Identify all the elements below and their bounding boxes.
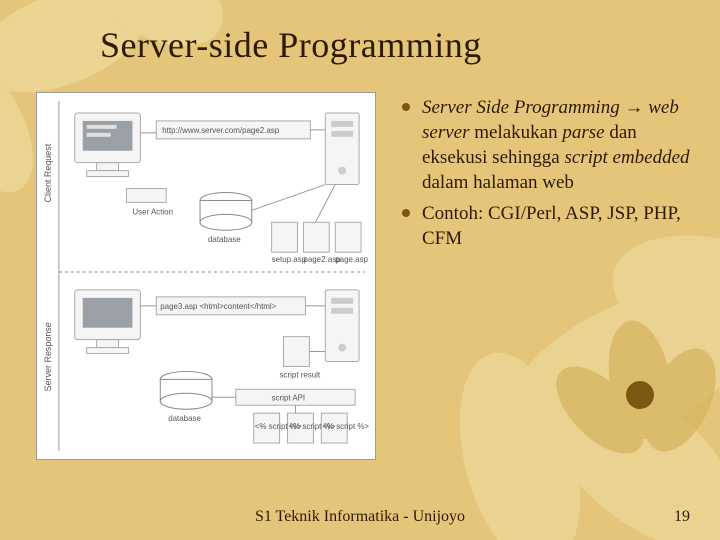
page-number: 19 (674, 508, 690, 526)
footer-text: S1 Teknik Informatika - Unijoyo (0, 508, 720, 526)
database-icon-bottom (160, 371, 212, 409)
diagram-svg: Client Request Server Response User Acti… (37, 93, 375, 459)
label-server-response: Server Response (43, 322, 53, 391)
diagram: Client Request Server Response User Acti… (36, 92, 376, 460)
label-script-api: script API (272, 393, 306, 402)
svg-text:page.asp: page.asp (335, 255, 368, 264)
file-icons-top: setup.asp page2.asp page.asp (272, 222, 369, 264)
label-user-action: User Action (132, 207, 173, 216)
client-monitor-icon (75, 113, 141, 177)
script-result-icon (284, 337, 310, 367)
server-icon-2 (325, 290, 359, 362)
svg-text:<% script %>: <% script %> (322, 422, 369, 431)
label-database-bottom: database (168, 414, 201, 423)
bullet-list: Server Side Programming → web server mel… (400, 95, 690, 257)
bullet-2: Contoh: CGI/Perl, ASP, JSP, PHP, CFM (400, 201, 690, 251)
label-client-request: Client Request (43, 143, 53, 202)
database-icon-top (200, 192, 252, 230)
label-script-result: script result (280, 370, 321, 379)
server-icon (325, 113, 359, 185)
keyboard-icon (126, 189, 166, 203)
svg-text:setup.asp: setup.asp (272, 255, 307, 264)
slide-title: Server-side Programming (100, 24, 680, 66)
page3-text: page3.asp <html>content</html> (160, 302, 276, 311)
client-monitor-icon-2 (75, 290, 141, 354)
slide: Server-side Programming Client Request S… (0, 0, 720, 540)
label-database-top: database (208, 235, 241, 244)
bullet-1: Server Side Programming → web server mel… (400, 95, 690, 195)
file-icons-bottom: <% script %> <% script %> <% script %> (254, 413, 370, 443)
url-text: http://www.server.com/page2.asp (162, 126, 279, 135)
